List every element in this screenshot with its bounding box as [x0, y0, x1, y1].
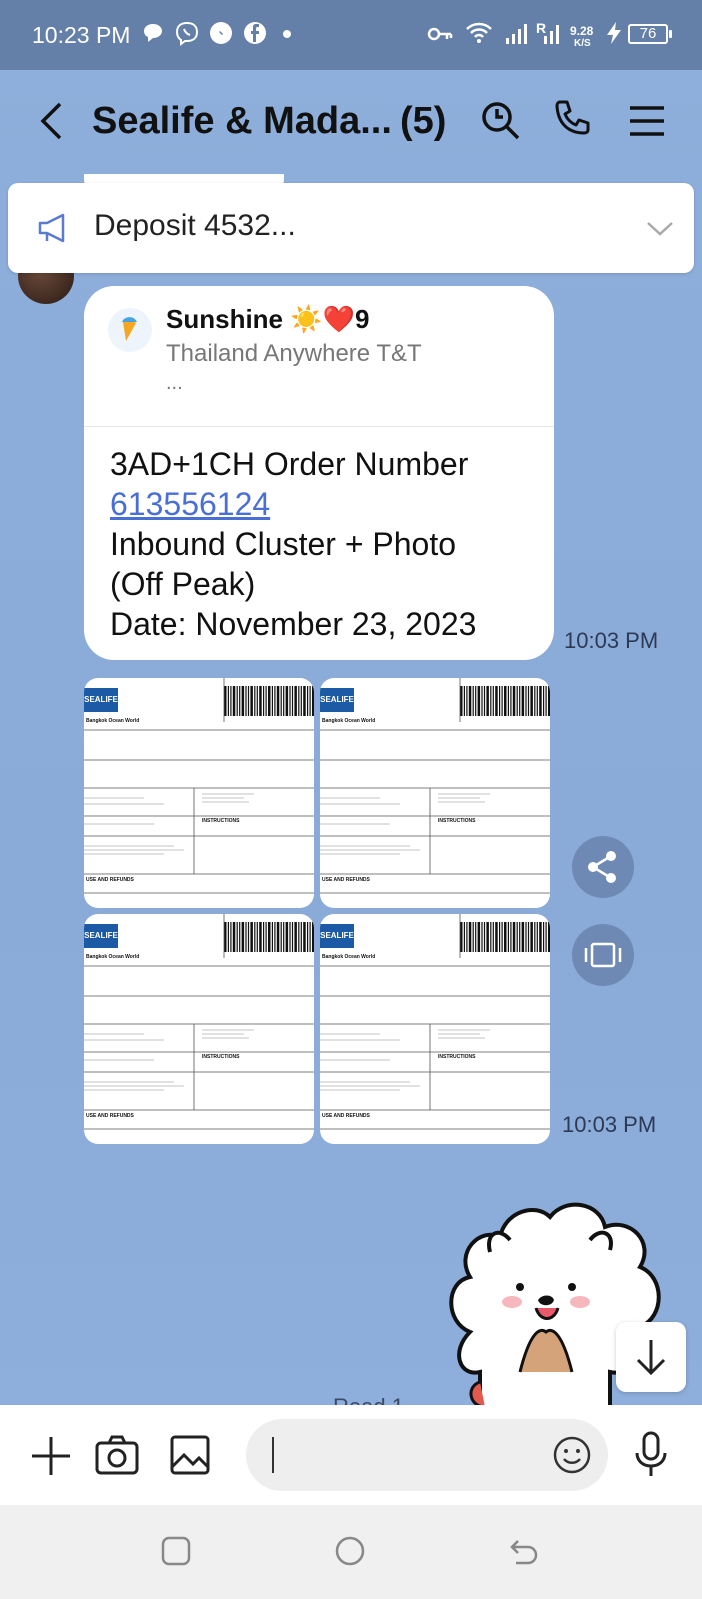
message-input[interactable]	[246, 1419, 608, 1491]
ticket-instructions-label: INSTRUCTIONS	[438, 818, 476, 824]
ticket-refunds-label: USE AND REFUNDS	[322, 877, 370, 883]
announcement-text: Deposit 4532...	[94, 209, 296, 242]
input-bar	[0, 1405, 702, 1505]
chevron-down-icon[interactable]	[644, 213, 676, 243]
album-view-button[interactable]	[572, 924, 634, 986]
ticket-lines	[84, 678, 314, 894]
phone-icon[interactable]	[548, 96, 598, 146]
message-timestamp: 10:03 PM	[564, 628, 659, 653]
chat-title[interactable]: Sealife & Mada...	[92, 100, 392, 143]
charging-icon	[607, 22, 621, 44]
quote-divider	[84, 426, 554, 427]
megaphone-icon	[38, 213, 65, 243]
photo-timestamp: 10:03 PM	[562, 1112, 657, 1137]
status-bar: 10:23 PM R 9.28 K/S 76	[0, 0, 702, 70]
quote-ellipsis: ...	[166, 372, 183, 394]
message-line-1: 3AD+1CH Order Number	[110, 446, 469, 482]
wifi-icon	[466, 22, 492, 43]
announcement-banner[interactable]: Deposit 4532...	[8, 183, 694, 273]
menu-icon[interactable]	[622, 96, 672, 146]
message-line-3: (Off Peak)	[110, 566, 256, 602]
ticket-refunds-label: USE AND REFUNDS	[86, 1113, 134, 1119]
key-icon	[427, 27, 453, 41]
signal-icon	[506, 24, 527, 44]
chat-header: Sealife & Mada... (5)	[0, 70, 702, 178]
ticket-instructions-label: INSTRUCTIONS	[202, 818, 240, 824]
order-number-link[interactable]: 613556124	[110, 486, 270, 522]
back-icon[interactable]	[506, 1533, 542, 1569]
scroll-down-button[interactable]	[616, 1322, 686, 1392]
ticket-instructions-label: INSTRUCTIONS	[438, 1054, 476, 1060]
ice-cream-icon	[122, 317, 137, 341]
messenger-icon	[210, 22, 232, 44]
recents-icon[interactable]	[158, 1533, 194, 1569]
message-line-2: Inbound Cluster + Photo	[110, 526, 457, 562]
ticket-photo[interactable]: SEALIFE Bangkok Ocean World INSTRUCTIONS US…	[84, 914, 314, 1144]
quote-group-name: Thailand Anywhere T&T	[166, 340, 422, 367]
ticket-refunds-label: USE AND REFUNDS	[86, 877, 134, 883]
status-time: 10:23 PM	[32, 22, 131, 48]
search-icon[interactable]	[476, 96, 526, 146]
microphone-icon[interactable]	[628, 1429, 674, 1481]
home-icon[interactable]	[332, 1533, 368, 1569]
arrow-down-icon	[636, 1340, 666, 1376]
plus-icon[interactable]	[28, 1433, 74, 1479]
back-arrow-icon[interactable]	[28, 96, 78, 146]
chat-bubble-icon	[144, 24, 162, 42]
battery-icon: 76	[628, 24, 672, 44]
ticket-photo[interactable]: SEALIFE Bangkok Ocean World INSTRUCTIONS US…	[320, 678, 550, 908]
message-bubble[interactable]: Sunshine ☀️❤️9 Thailand Anywhere T&T ...…	[84, 286, 554, 660]
dot-icon	[283, 30, 291, 38]
emoji-icon[interactable]	[552, 1435, 592, 1475]
ticket-photo[interactable]: SEALIFE Bangkok Ocean World INSTRUCTIONS US…	[320, 914, 550, 1144]
camera-icon[interactable]	[92, 1431, 142, 1479]
text-caret	[272, 1437, 274, 1473]
image-icon[interactable]	[166, 1431, 214, 1479]
facebook-icon	[244, 22, 266, 44]
quote-sender-name: Sunshine ☀️❤️9	[166, 304, 370, 334]
ticket-lines	[320, 678, 550, 894]
ticket-lines	[84, 914, 314, 1130]
chat-screen: 10:23 PM R 9.28 K/S 76 Sealife & Mada...…	[0, 0, 702, 1599]
signal-icon-2	[544, 25, 559, 44]
net-speed-unit: K/S	[574, 38, 591, 49]
album-icon	[584, 942, 622, 968]
ticket-lines	[320, 914, 550, 1130]
quote-avatar	[108, 308, 152, 352]
ticket-photo[interactable]: SEALIFE Bangkok Ocean World INSTRUCTIONS US…	[84, 678, 314, 908]
system-nav-bar	[0, 1505, 702, 1599]
ticket-instructions-label: INSTRUCTIONS	[202, 1054, 240, 1060]
member-count: (5)	[400, 100, 447, 142]
net-speed-value: 9.28	[570, 24, 594, 38]
message-line-4: Date: November 23, 2023	[110, 606, 477, 642]
ticket-refunds-label: USE AND REFUNDS	[322, 1113, 370, 1119]
share-button[interactable]	[572, 836, 634, 898]
share-icon	[588, 851, 616, 883]
viber-icon	[175, 21, 199, 46]
message-text: 3AD+1CH Order Number 613556124 Inbound C…	[110, 444, 476, 644]
